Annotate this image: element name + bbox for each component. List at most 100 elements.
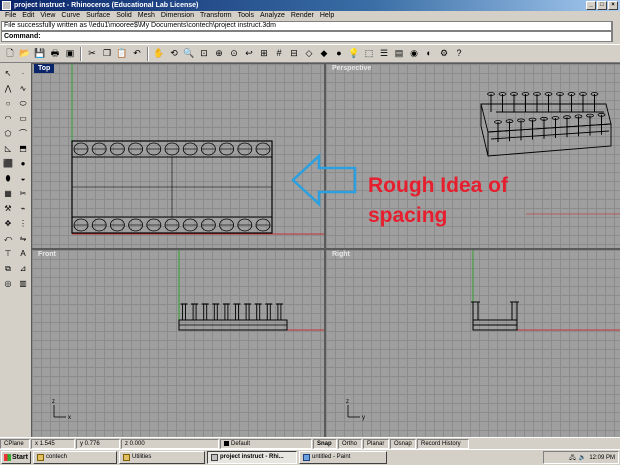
pan-hand-icon[interactable]: ✋	[152, 47, 166, 61]
point-icon[interactable]: ·	[16, 67, 30, 80]
options-icon[interactable]: ⚙	[437, 47, 451, 61]
start-button[interactable]: Start	[1, 451, 31, 464]
maximize-button[interactable]: □	[597, 1, 607, 10]
polyline-icon[interactable]: ⋀	[1, 82, 15, 95]
split-icon[interactable]: ✂	[16, 187, 30, 200]
select-arrow-icon[interactable]: ↖	[1, 67, 15, 80]
paste-icon[interactable]: 📋	[115, 47, 129, 61]
menu-curve[interactable]: Curve	[58, 11, 83, 21]
window-titlebar[interactable]: project instruct - Rhinoceros (Education…	[0, 0, 620, 11]
analyze-icon[interactable]: ⊿	[16, 262, 30, 275]
trim-icon[interactable]: ⚒	[1, 202, 15, 215]
volume-icon[interactable]: 🔈	[579, 454, 586, 461]
mirror-icon[interactable]: ⇋	[16, 232, 30, 245]
menu-tools[interactable]: Tools	[235, 11, 257, 21]
box-icon[interactable]: ⬛	[1, 157, 15, 170]
rotate-view-icon[interactable]: ⟲	[167, 47, 181, 61]
menu-mesh[interactable]: Mesh	[135, 11, 158, 21]
circle-icon[interactable]: ○	[1, 97, 15, 110]
ellipse-icon[interactable]: ⬭	[16, 97, 30, 110]
array-icon[interactable]: ⋮	[16, 217, 30, 230]
zoom-icon[interactable]: 🔍	[182, 47, 196, 61]
dimension-icon[interactable]: ⊤	[1, 247, 15, 260]
sphere-icon[interactable]: ●	[16, 157, 30, 170]
extrude-icon[interactable]: ⬒	[16, 142, 30, 155]
planar-toggle[interactable]: Planar	[363, 438, 389, 449]
layers-icon[interactable]: ☰	[377, 47, 391, 61]
surface-icon[interactable]: ◺	[1, 142, 15, 155]
undo-icon[interactable]: ↶	[130, 47, 144, 61]
offset-icon[interactable]: ⤺	[1, 232, 15, 245]
wireframe-icon[interactable]: ◇	[302, 47, 316, 61]
minimize-button[interactable]: _	[586, 1, 596, 10]
grid-icon[interactable]: #	[272, 47, 286, 61]
boolean-icon[interactable]: ◒	[16, 172, 30, 185]
polygon-icon[interactable]: ⬠	[1, 127, 15, 140]
command-input[interactable]: Command:	[1, 31, 612, 42]
front-viewport[interactable]: x z Front	[32, 250, 324, 437]
rectangle-icon[interactable]: ▭	[16, 112, 30, 125]
zoom-extents-icon[interactable]: ⊕	[212, 47, 226, 61]
fillet-curve-icon[interactable]: ⌒	[16, 127, 30, 140]
materials-icon[interactable]: ◐	[422, 47, 436, 61]
mesh-icon[interactable]: ▦	[1, 187, 15, 200]
undo-view-icon[interactable]: ↩	[242, 47, 256, 61]
cplane-icon[interactable]: ⊟	[287, 47, 301, 61]
viewport-title-top[interactable]: Top	[34, 64, 55, 73]
menu-help[interactable]: Help	[317, 11, 337, 21]
taskbar-item-utilities[interactable]: Utilities	[119, 451, 205, 464]
cylinder-icon[interactable]: ⬮	[1, 172, 15, 185]
copy-icon[interactable]: ❐	[100, 47, 114, 61]
text-icon[interactable]: A	[16, 247, 30, 260]
help-icon[interactable]: ?	[452, 47, 466, 61]
menu-edit[interactable]: Edit	[19, 11, 37, 21]
viewport-title-right[interactable]: Right	[328, 250, 354, 259]
zoom-window-icon[interactable]: ⊡	[197, 47, 211, 61]
network-icon[interactable]: 🖧	[569, 453, 576, 463]
export-icon[interactable]: ▣	[63, 47, 77, 61]
transform-icon[interactable]: ✥	[1, 217, 15, 230]
save-icon[interactable]: 💾	[33, 47, 47, 61]
taskbar-item-rhino[interactable]: project instruct - Rhi...	[207, 451, 297, 464]
ortho-toggle[interactable]: Ortho	[338, 438, 362, 449]
four-viewports-icon[interactable]: ⊞	[257, 47, 271, 61]
menu-analyze[interactable]: Analyze	[257, 11, 288, 21]
menu-dimension[interactable]: Dimension	[158, 11, 197, 21]
group-icon[interactable]: ⧉	[1, 262, 15, 275]
viewport-title-front[interactable]: Front	[34, 250, 60, 259]
menu-transform[interactable]: Transform	[197, 11, 235, 21]
render-icon[interactable]: ◉	[407, 47, 421, 61]
taskbar-item-contech[interactable]: contech	[33, 451, 117, 464]
taskbar-item-paint[interactable]: untitled - Paint	[299, 451, 387, 464]
close-button[interactable]: ×	[608, 1, 618, 10]
curve-icon[interactable]: ∿	[16, 82, 30, 95]
join-icon[interactable]: ⌁	[16, 202, 30, 215]
menu-surface[interactable]: Surface	[83, 11, 113, 21]
cut-icon[interactable]: ✂	[85, 47, 99, 61]
menu-view[interactable]: View	[37, 11, 58, 21]
viewport-title-perspective[interactable]: Perspective	[328, 64, 375, 73]
grid-snap-icon[interactable]: ▥	[16, 277, 30, 290]
light-bulb-icon[interactable]: 💡	[347, 47, 361, 61]
new-file-icon[interactable]: 🗋	[3, 47, 17, 61]
print-icon[interactable]: 🖶	[48, 47, 62, 61]
shaded-icon[interactable]: ◆	[317, 47, 331, 61]
osnap-toggle[interactable]: Osnap	[390, 438, 416, 449]
rendered-icon[interactable]: ●	[332, 47, 346, 61]
zoom-selected-icon[interactable]: ⊙	[227, 47, 241, 61]
top-viewport[interactable]: Top	[32, 64, 324, 248]
right-viewport[interactable]: y z Right	[326, 250, 620, 437]
render-sphere-icon[interactable]: ◎	[1, 277, 15, 290]
arc-icon[interactable]: ◠	[1, 112, 15, 125]
status-cplane[interactable]: CPlane	[0, 438, 30, 449]
command-scrollbar[interactable]	[612, 21, 620, 42]
menu-file[interactable]: File	[2, 11, 19, 21]
status-layer[interactable]: Default	[220, 438, 312, 449]
record-history-toggle[interactable]: Record History	[417, 438, 469, 449]
properties-icon[interactable]: ▤	[392, 47, 406, 61]
menu-solid[interactable]: Solid	[113, 11, 135, 21]
menu-render[interactable]: Render	[288, 11, 317, 21]
select-icon[interactable]: ⬚	[362, 47, 376, 61]
open-file-icon[interactable]: 📂	[18, 47, 32, 61]
snap-toggle[interactable]: Snap	[313, 438, 337, 449]
